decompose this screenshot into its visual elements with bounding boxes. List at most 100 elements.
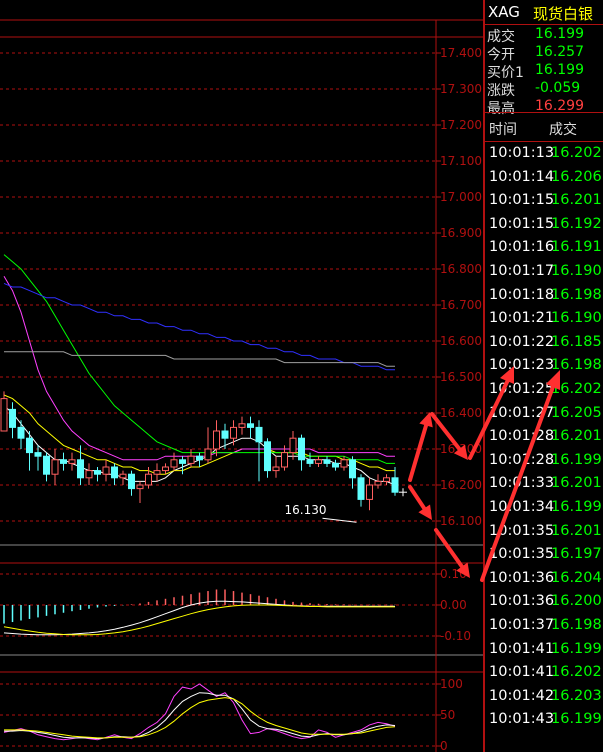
tick-time: 10:01:35: [489, 546, 555, 563]
arrow-shaft: [408, 485, 427, 511]
candle-body: [0, 398, 8, 432]
macd-line: [3, 604, 395, 636]
candle-body: [17, 426, 25, 439]
candle-body: [315, 459, 322, 464]
tick-time: 10:01:34: [489, 499, 555, 515]
y-tick-label: 17.300: [440, 82, 482, 96]
tick-price: 16.190: [551, 263, 602, 279]
tick-row: 10:01:15 16.192: [487, 214, 603, 238]
tick-row: 10:01:25 16.202: [487, 379, 603, 403]
candle-body: [94, 470, 101, 475]
ma-line: [3, 282, 395, 371]
tick-row: 10:01:35 16.197: [487, 544, 603, 568]
candle-body: [264, 441, 271, 472]
tick-row: 10:01:16 16.191: [487, 237, 603, 261]
tick-row: 10:01:36 16.204: [487, 568, 603, 592]
quote-row: 买价1 16.199: [487, 62, 603, 81]
tick-price: 16.205: [551, 404, 602, 421]
kdj-chart: [3, 683, 396, 741]
candle-body: [111, 466, 118, 479]
candle-body: [391, 477, 399, 493]
y-tick-label: 17.000: [440, 190, 482, 204]
tick-row: 10:01:28 16.199: [487, 450, 603, 474]
candle-body: [289, 437, 297, 454]
candle-body: [349, 459, 356, 479]
tick-price: 16.199: [551, 640, 602, 657]
tick-time: 10:01:23: [489, 357, 555, 374]
tick-price: 16.201: [551, 192, 602, 209]
candle-body: [68, 459, 76, 464]
y-tick-label: 17.400: [440, 46, 482, 60]
tick-price: 16.192: [551, 215, 602, 232]
ma-line: [3, 275, 395, 461]
symbol-code: XAG: [488, 3, 520, 21]
tick-row: 10:01:41 16.202: [487, 662, 603, 686]
y-tick-label: 16.900: [440, 226, 482, 240]
candle-body: [247, 423, 254, 428]
tick-time: 10:01:15: [489, 215, 555, 232]
candle-body: [51, 459, 59, 475]
y-tick-label: 16.400: [440, 406, 482, 420]
y-tick-label: 16.600: [440, 334, 482, 348]
quote-label: 买价1: [487, 65, 524, 81]
quote-value: 16.257: [535, 44, 584, 60]
candle-body: [145, 473, 152, 486]
quote-value: 16.199: [535, 62, 584, 78]
low-leader-line: [322, 517, 357, 523]
tick-time: 10:01:21: [489, 310, 555, 327]
quote-row: 今开 16.257: [487, 44, 603, 63]
candle-body: [255, 426, 263, 443]
candle-body: [196, 455, 203, 461]
tick-price: 16.203: [551, 687, 602, 704]
arrow-shaft: [434, 528, 464, 569]
tick-price: 16.190: [551, 310, 602, 327]
tick-price: 16.199: [551, 711, 602, 728]
tick-row: 10:01:21 16.190: [487, 308, 603, 332]
tick-time: 10:01:37: [489, 617, 555, 633]
y-tick-label: -0.10: [440, 629, 471, 643]
candle-body: [272, 466, 280, 472]
tick-price: 16.199: [551, 499, 602, 515]
tick-price: 16.198: [551, 286, 602, 303]
tick-price: 16.201: [551, 428, 602, 445]
tick-price: 16.202: [551, 664, 602, 681]
candle-body: [119, 473, 127, 479]
tick-time: 10:01:27: [489, 404, 555, 421]
tick-row: 10:01:27 16.205: [487, 403, 603, 427]
low-price-label: 16.130: [285, 503, 327, 517]
ma-line: [3, 405, 396, 486]
tick-price: 16.201: [551, 522, 602, 539]
tick-row: 10:01:33 16.201: [487, 473, 603, 497]
quote-panel: XAG 现货白银 成交 16.199 今开 16.257 买价1 16.199 涨跌 -0.0…: [483, 0, 603, 752]
candle-body: [179, 459, 186, 464]
tick-price: 16.197: [551, 546, 602, 563]
candle-body: [366, 484, 373, 500]
annotation-arrows: [408, 412, 470, 578]
candlestick-chart: 16.130: [0, 254, 407, 523]
ticks-header-time: 时间: [489, 122, 517, 138]
candle-body: [85, 470, 93, 479]
candle-body: [213, 430, 220, 450]
chart-grid: [0, 19, 483, 747]
tick-time: 10:01:41: [489, 664, 555, 681]
quote-value: -0.059: [535, 80, 581, 96]
tick-row: 10:01:23 16.198: [487, 355, 603, 379]
tick-price: 16.198: [551, 617, 602, 633]
tick-row: 10:01:43 16.199: [487, 709, 603, 733]
tick-time: 10:01:16: [489, 239, 555, 256]
y-tick-label: 16.500: [440, 370, 482, 384]
candle-body: [60, 459, 67, 464]
tick-price: 16.204: [551, 569, 602, 586]
tick-price: 16.198: [551, 357, 602, 374]
symbol-name: 现货白银: [533, 5, 594, 23]
chart-area[interactable]: 16.130 17.400 17.300 17.200 17.100 17.000 16.…: [0, 0, 483, 752]
y-tick-label: 50: [440, 708, 455, 722]
candle-body: [187, 455, 195, 464]
candle-body: [357, 477, 365, 500]
candle-body: [170, 459, 178, 468]
quote-label: 涨跌: [487, 83, 515, 99]
tick-row: 10:01:34 16.199: [487, 497, 603, 521]
y-tick-label: 17.200: [440, 118, 482, 132]
ticks-header: 时间 成交: [485, 112, 603, 142]
quote-label: 成交: [487, 29, 515, 45]
